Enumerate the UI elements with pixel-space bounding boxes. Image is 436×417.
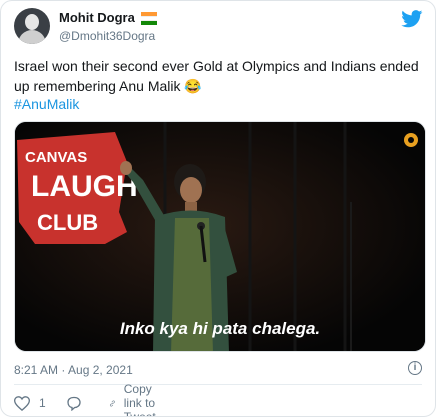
twitter-bird-icon[interactable] (401, 10, 423, 28)
info-icon[interactable]: i (408, 361, 422, 375)
tweet-video[interactable]: CANVAS LAUGH CLUB Inko kya hi pata chale… (14, 121, 426, 352)
tweet-card: Mohit Dogra @Dmohit36Dogra Israel won th… (0, 0, 436, 417)
author-name[interactable]: Mohit Dogra (59, 10, 135, 25)
india-flag-icon (141, 12, 158, 25)
author-handle[interactable]: @Dmohit36Dogra (59, 29, 155, 43)
reply-icon (67, 396, 81, 411)
venue-sign-line2: LAUGH (31, 170, 138, 203)
author-name-row[interactable]: Mohit Dogra (59, 10, 158, 25)
divider (14, 384, 422, 385)
hashtag-link[interactable]: #AnuMalik (14, 96, 79, 112)
like-count: 1 (39, 396, 46, 410)
reply-button[interactable] (66, 394, 82, 412)
heart-icon (14, 395, 30, 411)
tweet-timestamp[interactable]: 8:21 AM · Aug 2, 2021 (14, 363, 133, 377)
stage-scene: CANVAS LAUGH CLUB (15, 122, 425, 351)
venue-sign-line1: CANVAS (25, 149, 87, 166)
video-caption: Inko kya hi pata chalega. (119, 319, 321, 338)
copy-link-label: Copy link to Tweet (123, 382, 156, 417)
author-avatar[interactable] (14, 8, 50, 44)
venue-sign-line3: CLUB (37, 210, 98, 235)
like-button[interactable]: 1 (14, 394, 46, 412)
link-icon (109, 400, 115, 406)
copy-link-button[interactable]: Copy link to Tweet (109, 382, 165, 416)
tweet-text: Israel won their second ever Gold at Oly… (14, 58, 419, 94)
